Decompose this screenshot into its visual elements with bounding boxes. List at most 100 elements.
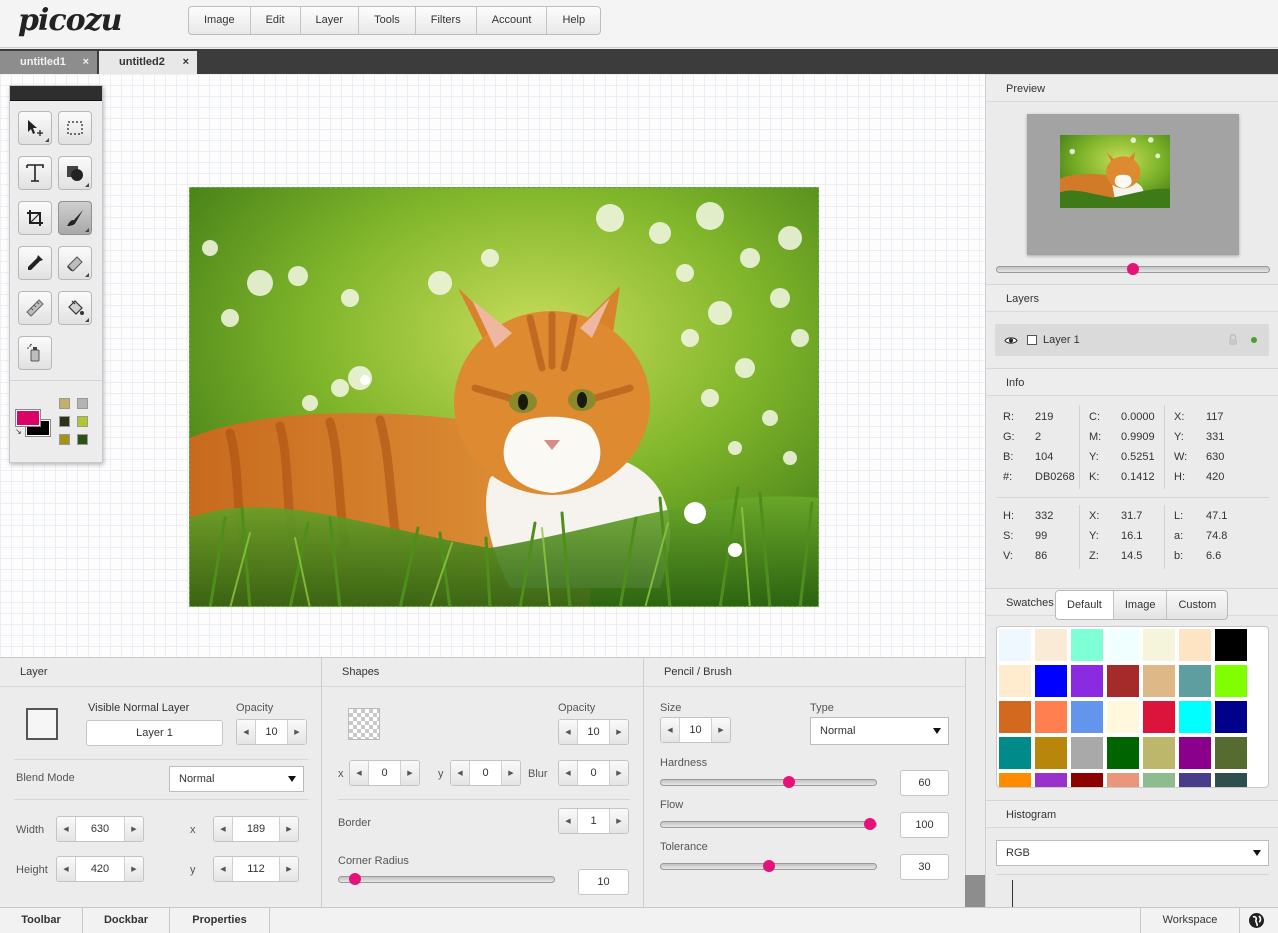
increment-icon[interactable]: ▶ [609, 720, 628, 744]
slider-thumb[interactable] [763, 860, 775, 872]
ruler-tool[interactable] [18, 291, 52, 325]
color-swatch[interactable] [999, 773, 1031, 787]
menu-edit[interactable]: Edit [251, 7, 301, 34]
preview-header[interactable]: Preview [986, 74, 1278, 102]
stepper-value[interactable]: 10 [578, 720, 609, 744]
slider-thumb[interactable] [1127, 263, 1139, 275]
increment-icon[interactable]: ▶ [124, 857, 143, 881]
color-swatch[interactable] [1179, 665, 1211, 697]
slider-thumb[interactable] [864, 818, 876, 830]
flow-input[interactable]: 100 [900, 812, 949, 838]
decrement-icon[interactable]: ◀ [559, 809, 578, 833]
color-swatch[interactable] [1143, 701, 1175, 733]
app-logo[interactable]: picozu [18, 3, 122, 38]
stepper-value[interactable]: 1 [578, 809, 609, 833]
slider-thumb[interactable] [349, 873, 361, 885]
color-swatch[interactable] [1179, 629, 1211, 661]
width-stepper[interactable]: ◀ 630 ▶ [56, 816, 144, 842]
corner-radius-input[interactable]: 10 [578, 869, 629, 895]
decrement-icon[interactable]: ◀ [214, 817, 233, 841]
lock-icon[interactable] [1228, 333, 1238, 346]
info-header[interactable]: Info [986, 368, 1278, 396]
eye-icon[interactable] [1004, 336, 1018, 345]
text-tool[interactable] [18, 156, 52, 190]
dockbar-toggle-tab[interactable]: Dockbar [83, 908, 170, 933]
stepper-value[interactable]: 420 [76, 857, 124, 881]
color-swatch[interactable] [1035, 737, 1067, 769]
increment-icon[interactable]: ▶ [287, 720, 306, 744]
spray-tool[interactable] [18, 336, 52, 370]
mini-swatch[interactable] [77, 398, 88, 409]
increment-icon[interactable]: ▶ [279, 817, 298, 841]
shape-tool[interactable] [58, 156, 92, 190]
hardness-slider[interactable] [660, 776, 877, 788]
decrement-icon[interactable]: ◀ [559, 720, 578, 744]
shadow-x-stepper[interactable]: ◀ 0 ▶ [349, 760, 420, 786]
decrement-icon[interactable]: ◀ [661, 718, 680, 742]
increment-icon[interactable]: ▶ [609, 761, 628, 785]
blur-stepper[interactable]: ◀ 0 ▶ [558, 760, 629, 786]
decrement-icon[interactable]: ◀ [451, 761, 470, 785]
color-swatch[interactable] [1035, 773, 1067, 787]
color-swatch[interactable] [999, 665, 1031, 697]
stepper-value[interactable]: 189 [233, 817, 279, 841]
stepper-value[interactable]: 0 [578, 761, 609, 785]
increment-icon[interactable]: ▶ [609, 809, 628, 833]
color-swatch[interactable] [1143, 629, 1175, 661]
color-swatch[interactable] [1107, 737, 1139, 769]
mini-swatch[interactable] [77, 434, 88, 445]
color-swatch[interactable] [1215, 629, 1247, 661]
shadow-y-stepper[interactable]: ◀ 0 ▶ [450, 760, 521, 786]
mini-swatch[interactable] [77, 416, 88, 427]
decrement-icon[interactable]: ◀ [350, 761, 369, 785]
decrement-icon[interactable]: ◀ [237, 720, 256, 744]
tab-default[interactable]: Default [1056, 591, 1114, 619]
increment-icon[interactable]: ▶ [124, 817, 143, 841]
eraser-tool[interactable] [58, 246, 92, 280]
border-stepper[interactable]: ◀ 1 ▶ [558, 808, 629, 834]
color-swatch[interactable] [1071, 629, 1103, 661]
move-tool[interactable] [18, 111, 52, 145]
blend-mode-select[interactable]: Normal [169, 766, 304, 792]
layers-header[interactable]: Layers [986, 284, 1278, 312]
color-swatch[interactable] [1215, 773, 1247, 787]
color-swatch[interactable] [1107, 629, 1139, 661]
decrement-icon[interactable]: ◀ [559, 761, 578, 785]
menu-account[interactable]: Account [477, 7, 548, 34]
increment-icon[interactable]: ▶ [711, 718, 730, 742]
slider-thumb[interactable] [783, 776, 795, 788]
increment-icon[interactable]: ▶ [400, 761, 419, 785]
mini-swatch[interactable] [59, 398, 70, 409]
crop-tool[interactable] [18, 201, 52, 235]
color-swatch[interactable] [1215, 737, 1247, 769]
layer-opacity-stepper[interactable]: ◀ 10 ▶ [236, 719, 307, 745]
color-swatch[interactable] [1107, 665, 1139, 697]
brush-tool[interactable] [58, 201, 92, 235]
toolbar-toggle-tab[interactable]: Toolbar [0, 908, 83, 933]
shape-opacity-stepper[interactable]: ◀ 10 ▶ [558, 719, 629, 745]
tab-untitled2[interactable]: untitled2 × [99, 51, 197, 74]
tab-custom[interactable]: Custom [1167, 591, 1227, 619]
menu-tools[interactable]: Tools [359, 7, 416, 34]
color-swatch[interactable] [1035, 701, 1067, 733]
color-swatch[interactable] [1035, 629, 1067, 661]
foreground-color-swatch[interactable] [16, 410, 40, 426]
histogram-header[interactable]: Histogram [986, 800, 1278, 828]
y-position-stepper[interactable]: ◀ 112 ▶ [213, 856, 299, 882]
mini-swatch[interactable] [59, 434, 70, 445]
properties-toggle-tab[interactable]: Properties [170, 908, 270, 933]
menu-layer[interactable]: Layer [301, 7, 360, 34]
close-icon[interactable]: × [83, 51, 89, 74]
menu-filters[interactable]: Filters [416, 7, 477, 34]
color-swatch[interactable] [1071, 737, 1103, 769]
shape-fill-preview[interactable] [348, 708, 380, 740]
preview-thumbnail[interactable] [1060, 135, 1170, 208]
globe-icon[interactable] [1249, 913, 1264, 928]
stepper-value[interactable]: 112 [233, 857, 279, 881]
paint-bucket-tool[interactable] [58, 291, 92, 325]
x-position-stepper[interactable]: ◀ 189 ▶ [213, 816, 299, 842]
stepper-value[interactable]: 0 [470, 761, 501, 785]
toolbox-handle[interactable] [10, 86, 102, 101]
decrement-icon[interactable]: ◀ [214, 857, 233, 881]
stepper-value[interactable]: 10 [256, 720, 287, 744]
